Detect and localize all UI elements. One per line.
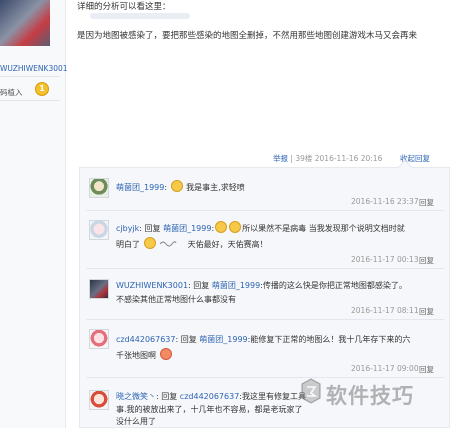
reply-button[interactable]: 回复 — [419, 306, 434, 317]
post-meta: 举报 | 39楼 2016-11-16 20:16 — [273, 154, 383, 163]
angry-emoji-icon — [159, 348, 172, 360]
reply-target[interactable]: 萌菌团_1999 — [163, 224, 211, 233]
reply-avatar[interactable] — [89, 178, 109, 198]
reply-username[interactable]: czd442067637 — [116, 335, 175, 344]
author-username[interactable]: WUZHIWENK3001 — [0, 64, 68, 73]
laugh-emoji-icon — [229, 221, 242, 233]
reply-text: 不感染其他正常地图什么事都没有 — [116, 295, 236, 304]
reply-prefix: 回复 — [193, 281, 210, 290]
squiggle-icon — [159, 241, 177, 247]
reply-item: WUZHIWENK3001: 回复 萌菌团_1999:传播的这么快是你把正常地图… — [116, 281, 407, 290]
reply-username[interactable]: cjbyjk — [116, 224, 139, 233]
floor-number: 39楼 — [295, 154, 313, 163]
sidebar-divider — [0, 100, 60, 101]
reply-prefix: 回复 — [161, 392, 178, 401]
sidebar-divider — [0, 76, 60, 77]
reply-text: 事.我的被放出来了，十几年也不容易，都是老玩家了 — [116, 405, 303, 414]
reply-username[interactable]: 晓之微笑丶 — [116, 392, 156, 401]
post-text-line1: 详细的分析可以看这里： — [77, 2, 171, 12]
reply-button[interactable]: 回复 — [419, 197, 434, 208]
reply-divider — [86, 319, 444, 320]
reply-divider — [86, 210, 444, 211]
laugh-emoji-icon — [215, 221, 228, 233]
post-text-line2: 是因为地图被感染了，要把那些感染的地图全删掉，不然用那些地图创建游戏木马又会再来 — [77, 31, 418, 41]
reply-text: 我这里有修复工具 — [241, 392, 306, 401]
reply-target[interactable]: 萌菌团_1999 — [199, 335, 247, 344]
watermark-text: 软件技巧 — [326, 384, 414, 408]
reply-text: 天佑最好，天佑赛高！ — [187, 240, 268, 249]
reply-item-line2: 明白了 天佑最好，天佑赛高！ — [116, 237, 268, 250]
reply-time: 2016-11-17 00:13 — [351, 255, 419, 264]
reply-text: 我是事主,求轻喷 — [186, 183, 245, 192]
sidebar-note: 码植入 — [0, 88, 23, 97]
reply-item-line2: 千张地图啊 — [116, 348, 173, 361]
blurred-link — [90, 13, 190, 19]
reply-item: czd442067637: 回复 萌菌团_1999:能修复下正常的地图么！我十几… — [116, 335, 411, 344]
reply-text: 所以果然不是病毒 当我发现那个说明文档时就 — [242, 224, 405, 233]
reply-text: 千张地图啊 — [116, 351, 156, 360]
report-link[interactable]: 举报 — [273, 154, 288, 163]
author-avatar[interactable] — [0, 0, 50, 46]
watermark-logo-icon — [301, 378, 321, 404]
reply-divider — [86, 268, 444, 269]
reply-prefix: 回复 — [144, 224, 161, 233]
post-datetime: 2016-11-16 20:16 — [314, 154, 383, 163]
reply-divider — [86, 377, 444, 378]
reply-target[interactable]: czd442067637 — [180, 392, 239, 401]
reply-text: 能修复下正常的地图么！我十几年存下来的六 — [250, 335, 411, 344]
reply-avatar[interactable] — [89, 279, 109, 299]
reply-item: cjbyjk: 回复 萌菌团_1999: 所以果然不是病毒 当我发现那个说明文档时… — [116, 221, 405, 234]
reply-avatar[interactable] — [89, 220, 109, 240]
reply-button[interactable]: 回复 — [419, 364, 434, 375]
reply-button[interactable]: 回复 — [419, 255, 434, 266]
reply-item: 晓之微笑丶: 回复 czd442067637:我这里有修复工具 — [116, 392, 306, 401]
smiley-emoji-icon — [143, 237, 156, 249]
reply-prefix: 回复 — [180, 335, 197, 344]
reply-time: 2016-11-17 08:11 — [351, 306, 419, 315]
reply-avatar[interactable] — [89, 390, 109, 410]
smiley-emoji-icon — [170, 180, 183, 192]
reply-username[interactable]: 萌菌团_1999 — [116, 183, 164, 192]
reply-avatar[interactable] — [89, 329, 109, 349]
reply-text: 明白了 — [116, 240, 140, 249]
reply-text: 没什么用了 — [116, 417, 156, 426]
reply-username[interactable]: WUZHIWENK3001 — [116, 281, 188, 290]
reply-target[interactable]: 萌菌团_1999 — [212, 281, 260, 290]
reply-item: 萌菌团_1999: 我是事主,求轻喷 — [116, 180, 245, 193]
reply-time: 2016-11-16 23:37 — [351, 197, 419, 206]
reply-time: 2016-11-17 09:00 — [351, 364, 419, 373]
reply-text: 传播的这么快是你把正常地图都感染了。 — [262, 281, 407, 290]
level-badge-icon: 1 — [35, 82, 49, 96]
